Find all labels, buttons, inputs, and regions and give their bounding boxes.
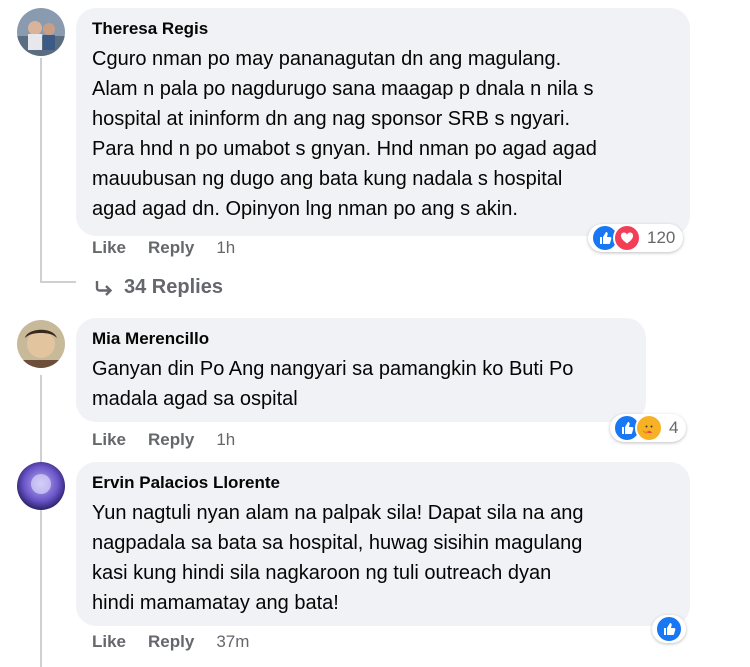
timestamp[interactable]: 37m [216,632,249,652]
reply-button[interactable]: Reply [148,430,194,450]
thread-line-curve [40,281,76,283]
reaction-count: 120 [647,228,676,247]
comment-actions: Like Reply 1h [92,238,257,258]
reaction-summary[interactable]: 4 [610,414,687,442]
like-button[interactable]: Like [92,632,126,652]
comment-line: madala agad sa ospital [92,388,298,410]
comment-line: kasi kung hindi sila nagkaroon ng tuli o… [92,562,552,584]
care-icon [635,414,663,442]
comment-text: Cguro nman po may pananagutan dn ang mag… [92,44,674,224]
comment-line: mauubusan ng dugo ang bata kung nadala s… [92,168,563,190]
reply-button[interactable]: Reply [148,238,194,258]
comment-line: Alam n pala po nagdurugo sana maagap p d… [92,78,594,100]
avatar[interactable] [17,462,65,510]
comment-author[interactable]: Ervin Palacios Llorente [92,472,674,494]
like-button[interactable]: Like [92,430,126,450]
love-icon [613,224,641,252]
like-button[interactable]: Like [92,238,126,258]
comment-actions: Like Reply 1h [92,430,257,450]
comment-line: Para hnd n po umabot s gnyan. Hnd nman p… [92,138,597,160]
comment-line: hospital at ininform dn ang nag sponsor … [92,108,571,130]
comment-bubble: Mia Merencillo Ganyan din Po Ang nangyar… [76,318,646,422]
comment-bubble: Theresa Regis Cguro nman po may pananagu… [76,8,690,236]
comment-line: nagpadala sa bata sa hospital, huwag sis… [92,532,583,554]
avatar[interactable] [17,8,65,56]
comment-text: Ganyan din Po Ang nangyari sa pamangkin … [92,354,630,414]
view-replies-link[interactable]: 34 Replies [94,276,223,299]
reaction-summary[interactable]: 120 [588,224,684,252]
like-icon [655,615,683,643]
avatar[interactable] [17,320,65,368]
reply-arrow-icon [95,280,113,296]
comment-line: Ganyan din Po Ang nangyari sa pamangkin … [92,358,574,380]
comment-line: hindi mamamatay ang bata! [92,592,339,614]
comment-line: Cguro nman po may pananagutan dn ang mag… [92,48,562,70]
comment-author[interactable]: Theresa Regis [92,18,674,40]
comment-line: Yun nagtuli nyan alam na palpak sila! Da… [92,502,584,524]
comment-line: agad agad dn. Opinyon lng nman po ang s … [92,198,518,220]
timestamp[interactable]: 1h [216,238,235,258]
replies-count: 34 Replies [124,276,223,298]
comment-author[interactable]: Mia Merencillo [92,328,630,350]
comment-bubble: Ervin Palacios Llorente Yun nagtuli nyan… [76,462,690,626]
timestamp[interactable]: 1h [216,430,235,450]
reaction-summary[interactable] [652,615,686,643]
comment-text: Yun nagtuli nyan alam na palpak sila! Da… [92,498,674,618]
reply-button[interactable]: Reply [148,632,194,652]
reaction-count: 4 [669,418,679,437]
comment-actions: Like Reply 37m [92,632,271,652]
thread-line [40,58,42,283]
thread-line-bottom [40,375,42,667]
